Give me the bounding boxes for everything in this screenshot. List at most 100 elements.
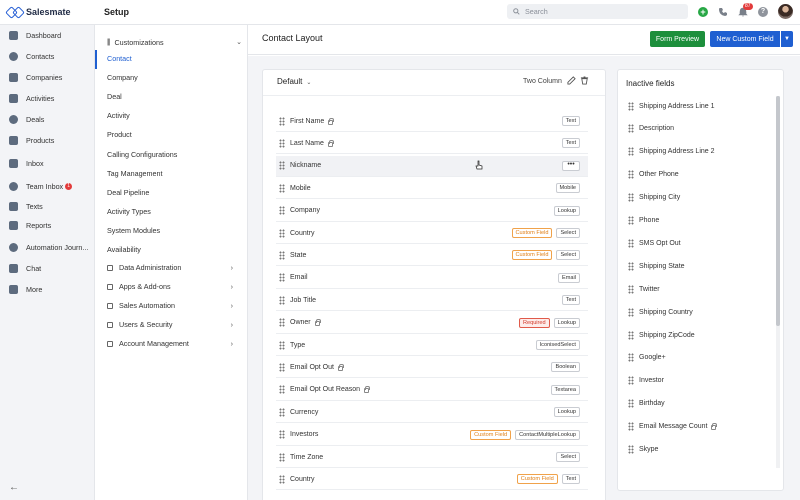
layout-field-row[interactable]: Email Opt Out Reason Textarea [276, 380, 588, 401]
field-more-button[interactable]: ••• [562, 160, 580, 171]
drag-handle-icon[interactable] [279, 116, 285, 126]
search-input[interactable]: Search [507, 4, 688, 19]
inactive-field-item[interactable]: Other Phone [628, 169, 679, 181]
sidebar-item-automation-journ[interactable]: Automation Journ... [9, 240, 88, 254]
inactive-field-item[interactable]: Shipping Country [628, 306, 693, 318]
drag-handle-icon[interactable] [279, 138, 285, 148]
settings-item-system-modules[interactable]: System Modules [107, 225, 237, 237]
drag-handle-icon[interactable] [628, 353, 634, 363]
inactive-field-item[interactable]: Google+ [628, 352, 666, 364]
drag-handle-icon[interactable] [628, 399, 634, 409]
inactive-field-item[interactable]: Shipping ZipCode [628, 329, 695, 341]
drag-handle-icon[interactable] [279, 407, 285, 417]
inactive-field-item[interactable]: Shipping City [628, 192, 680, 204]
layout-field-row[interactable]: Type IconisedSelect [276, 335, 588, 356]
drag-handle-icon[interactable] [628, 261, 634, 271]
help-icon[interactable]: ? [758, 7, 768, 17]
inactive-field-item[interactable]: Twitter [628, 283, 660, 295]
layout-field-row[interactable]: Mobile Mobile [276, 178, 588, 200]
new-custom-field-button[interactable]: New Custom Field [710, 31, 780, 47]
drag-handle-icon[interactable] [628, 101, 634, 111]
inactive-field-item[interactable]: Birthday [628, 398, 665, 410]
inactive-field-item[interactable]: Phone [628, 215, 659, 227]
layout-field-row[interactable]: Country Custom Field Text [276, 469, 588, 491]
layout-field-row[interactable]: Time Zone Select [276, 447, 588, 468]
settings-item-company[interactable]: Company [107, 72, 237, 84]
drag-handle-icon[interactable] [279, 206, 285, 216]
drag-handle-icon[interactable] [279, 161, 285, 171]
layout-selector[interactable]: Default ⌄ [277, 77, 311, 86]
drag-handle-icon[interactable] [279, 250, 285, 260]
settings-item-availability[interactable]: Availability [107, 244, 237, 256]
drag-handle-icon[interactable] [628, 330, 634, 340]
quick-add-icon[interactable]: + [698, 7, 708, 17]
drag-handle-icon[interactable] [628, 422, 634, 432]
sidebar-item-team-inbox[interactable]: Team Inbox 1 [9, 179, 73, 193]
settings-item-activity[interactable]: Activity [107, 110, 237, 122]
drag-handle-icon[interactable] [628, 124, 634, 134]
layout-field-row[interactable]: State Custom Field Select [276, 245, 588, 267]
settings-item-tag-management[interactable]: Tag Management [107, 168, 237, 180]
new-custom-field-dropdown[interactable]: ▼ [781, 31, 793, 47]
inactive-field-item[interactable]: Investor [628, 375, 664, 387]
edit-icon[interactable] [567, 76, 576, 85]
settings-item-deal-pipeline[interactable]: Deal Pipeline [107, 187, 237, 199]
drag-handle-icon[interactable] [628, 170, 634, 180]
drag-handle-icon[interactable] [279, 295, 285, 305]
drag-handle-icon[interactable] [628, 376, 634, 386]
brand[interactable]: Salesmate [0, 0, 95, 25]
drag-handle-icon[interactable] [279, 452, 285, 462]
drag-handle-icon[interactable] [628, 238, 634, 248]
sidebar-item-inbox[interactable]: Inbox [9, 156, 44, 170]
trash-icon[interactable] [580, 76, 589, 85]
drag-handle-icon[interactable] [279, 385, 285, 395]
drag-handle-icon[interactable] [279, 430, 285, 440]
sidebar-item-companies[interactable]: Companies [9, 70, 62, 84]
settings-item-deal[interactable]: Deal [107, 91, 237, 103]
layout-field-row[interactable]: Email Email [276, 268, 588, 289]
drag-handle-icon[interactable] [628, 307, 634, 317]
phone-icon[interactable] [718, 7, 728, 17]
settings-group-sales-automation[interactable]: Sales Automation › [107, 300, 237, 312]
avatar[interactable] [778, 4, 793, 19]
drag-handle-icon[interactable] [628, 445, 634, 454]
drag-handle-icon[interactable] [628, 147, 634, 157]
layout-field-row[interactable]: Company Lookup [276, 201, 588, 222]
settings-item-activity-types[interactable]: Activity Types [107, 206, 237, 218]
layout-field-row[interactable]: Nickname ••• [276, 155, 588, 177]
layout-field-row[interactable]: Email Opt Out Boolean [276, 357, 588, 379]
sidebar-item-products[interactable]: Products [9, 133, 54, 147]
drag-handle-icon[interactable] [279, 340, 285, 350]
inactive-field-item[interactable]: Shipping State [628, 260, 685, 272]
form-preview-button[interactable]: Form Preview [650, 31, 705, 47]
sidebar-item-chat[interactable]: Chat [9, 261, 41, 275]
drag-handle-icon[interactable] [279, 273, 285, 283]
drag-handle-icon[interactable] [628, 193, 634, 203]
settings-group-users-security[interactable]: Users & Security › [107, 319, 237, 331]
sidebar-item-more[interactable]: More [9, 282, 42, 296]
layout-field-row[interactable]: Last Name Text [276, 133, 588, 155]
layout-field-row[interactable]: Owner Required Lookup [276, 313, 588, 334]
sidebar-item-dashboard[interactable]: Dashboard [9, 28, 61, 42]
settings-item-calling-configurations[interactable]: Calling Configurations [107, 149, 237, 161]
settings-group-data-administration[interactable]: Data Administration › [107, 262, 237, 274]
sidebar-item-deals[interactable]: Deals [9, 112, 44, 126]
sidebar-item-contacts[interactable]: Contacts [9, 49, 54, 63]
inactive-field-item[interactable]: Shipping Address Line 2 [628, 146, 715, 158]
settings-group-apps-add-ons[interactable]: Apps & Add-ons › [107, 281, 237, 293]
inactive-field-item[interactable]: Shipping Address Line 1 [628, 100, 715, 112]
layout-field-row[interactable]: Investors Custom Field ContactMultipleLook… [276, 425, 588, 446]
customizations-group-header[interactable]: ||| Customizations ⌄ [107, 36, 242, 48]
drag-handle-icon[interactable] [279, 362, 285, 372]
drag-handle-icon[interactable] [628, 284, 634, 294]
settings-item-product[interactable]: Product [107, 129, 237, 141]
scrollbar-thumb[interactable] [776, 96, 780, 326]
sidebar-item-reports[interactable]: Reports [9, 218, 51, 232]
drag-handle-icon[interactable] [279, 228, 285, 238]
drag-handle-icon[interactable] [628, 216, 634, 225]
layout-field-row[interactable]: Job Title Text [276, 290, 588, 312]
inactive-field-item[interactable]: Email Message Count [628, 421, 718, 433]
sidebar-item-texts[interactable]: Texts [9, 199, 43, 213]
layout-field-row[interactable]: Currency Lookup [276, 402, 588, 424]
settings-item-contact[interactable]: Contact [107, 53, 237, 65]
